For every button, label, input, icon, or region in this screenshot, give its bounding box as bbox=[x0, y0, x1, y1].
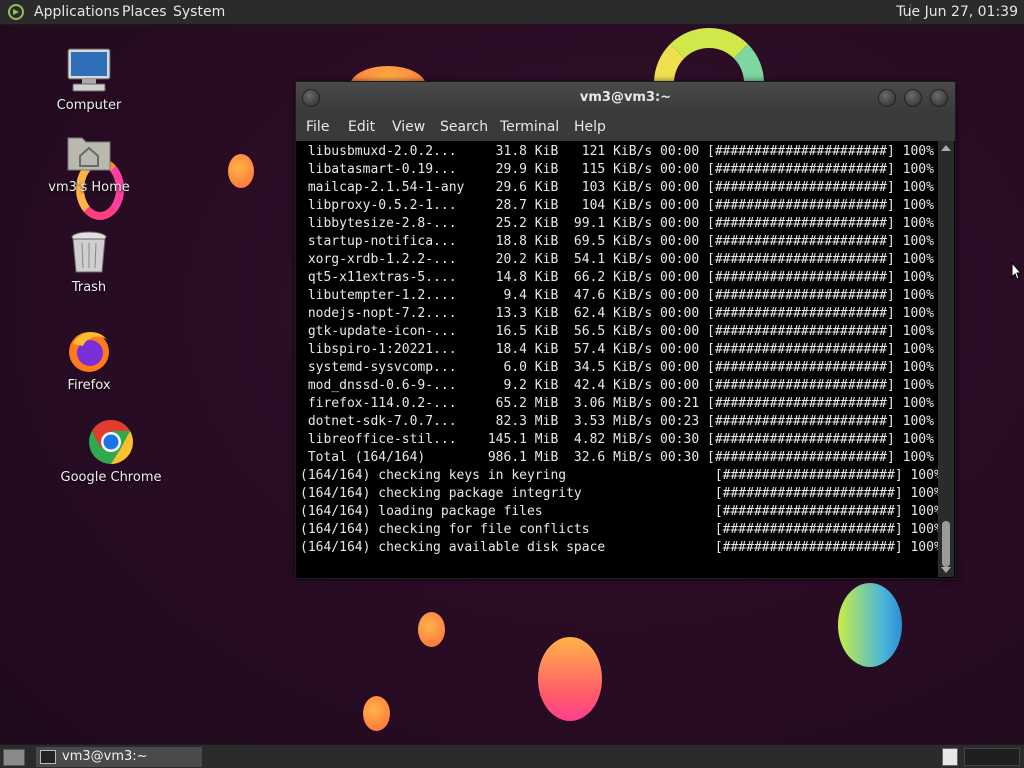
desktop-icon-home[interactable]: vm3's Home bbox=[34, 128, 144, 195]
wallpaper-small-orange bbox=[228, 154, 254, 188]
desktop-icon-computer[interactable]: Computer bbox=[34, 46, 144, 113]
applications-menu[interactable]: Applications bbox=[34, 0, 120, 24]
home-folder-icon bbox=[65, 128, 113, 176]
terminal-menubar: File Edit View Search Terminal Help bbox=[296, 113, 955, 141]
terminal-line: (164/164) checking keys in keyring [####… bbox=[300, 468, 938, 483]
window-menu-button[interactable] bbox=[302, 89, 320, 107]
terminal-line: (164/164) checking available disk space … bbox=[300, 540, 938, 555]
menu-search[interactable]: Search bbox=[440, 119, 488, 135]
trash-icon bbox=[65, 228, 113, 276]
terminal-line: firefox-114.0.2-... 65.2 MiB 3.06 MiB/s … bbox=[300, 396, 934, 411]
firefox-icon bbox=[65, 326, 113, 374]
bottom-panel: vm3@vm3:~ bbox=[0, 744, 1024, 768]
terminal-icon bbox=[40, 750, 56, 764]
terminal-line: nodejs-nopt-7.2.... 13.3 KiB 62.4 KiB/s … bbox=[300, 306, 934, 321]
taskbar-item-terminal[interactable]: vm3@vm3:~ bbox=[36, 747, 202, 767]
top-panel: Applications Places System Tue Jun 27, 0… bbox=[0, 0, 1024, 25]
chrome-icon bbox=[87, 418, 135, 466]
system-menu[interactable]: System bbox=[173, 0, 225, 24]
scroll-up-arrow-icon[interactable] bbox=[941, 145, 951, 151]
terminal-window: vm3@vm3:~ File Edit View Search Terminal… bbox=[295, 81, 956, 579]
terminal-line: libproxy-0.5.2-1... 28.7 KiB 104 KiB/s 0… bbox=[300, 198, 934, 213]
menu-view[interactable]: View bbox=[392, 119, 425, 135]
maximize-button[interactable] bbox=[904, 89, 922, 107]
terminal-line: libutempter-1.2.... 9.4 KiB 47.6 KiB/s 0… bbox=[300, 288, 934, 303]
desktop-icon-firefox[interactable]: Firefox bbox=[34, 326, 144, 393]
terminal-line: libreoffice-stil... 145.1 MiB 4.82 MiB/s… bbox=[300, 432, 934, 447]
terminal-line: Total (164/164) 986.1 MiB 32.6 MiB/s 00:… bbox=[300, 450, 934, 465]
menu-file[interactable]: File bbox=[306, 119, 329, 135]
terminal-line: libatasmart-0.19... 29.9 KiB 115 KiB/s 0… bbox=[300, 162, 934, 177]
window-titlebar[interactable]: vm3@vm3:~ bbox=[296, 82, 955, 113]
desktop-icon-label: Trash bbox=[71, 280, 107, 295]
menu-help[interactable]: Help bbox=[574, 119, 606, 135]
wallpaper-orange-oval bbox=[538, 637, 602, 721]
terminal-line: mailcap-2.1.54-1-any 29.6 KiB 103 KiB/s … bbox=[300, 180, 934, 195]
desktop-icon-label: Google Chrome bbox=[60, 470, 162, 485]
terminal-line: xorg-xrdb-1.2.2-... 20.2 KiB 54.1 KiB/s … bbox=[300, 252, 934, 267]
scroll-thumb[interactable] bbox=[942, 521, 950, 567]
wallpaper-small-orange-3 bbox=[363, 696, 390, 731]
terminal-line: (164/164) loading package files [#######… bbox=[300, 504, 938, 519]
minimize-button[interactable] bbox=[878, 89, 896, 107]
terminal-line: qt5-x11extras-5.... 14.8 KiB 66.2 KiB/s … bbox=[300, 270, 934, 285]
wallpaper-blue-green-oval bbox=[838, 583, 902, 667]
desktop-icon-label: Firefox bbox=[67, 378, 111, 393]
clock[interactable]: Tue Jun 27, 01:39 bbox=[896, 0, 1018, 24]
scroll-down-arrow-icon[interactable] bbox=[941, 567, 951, 573]
menu-terminal[interactable]: Terminal bbox=[500, 119, 559, 135]
wallpaper-small-orange-2 bbox=[418, 612, 445, 647]
mate-logo-icon[interactable] bbox=[8, 4, 24, 20]
terminal-line: dotnet-sdk-7.0.7... 82.3 MiB 3.53 MiB/s … bbox=[300, 414, 934, 429]
workspace-switcher-2[interactable] bbox=[964, 748, 1020, 766]
terminal-output[interactable]: libusbmuxd-2.0.2... 31.8 KiB 121 KiB/s 0… bbox=[296, 141, 938, 577]
terminal-line: startup-notifica... 18.8 KiB 69.5 KiB/s … bbox=[300, 234, 934, 249]
close-button[interactable] bbox=[930, 89, 948, 107]
desktop-icon-label: Computer bbox=[56, 98, 122, 113]
terminal-line: mod_dnssd-0.6-9-... 9.2 KiB 42.4 KiB/s 0… bbox=[300, 378, 934, 393]
terminal-line: libbytesize-2.8-... 25.2 KiB 99.1 KiB/s … bbox=[300, 216, 934, 231]
menu-edit[interactable]: Edit bbox=[348, 119, 375, 135]
desktop-icon-trash[interactable]: Trash bbox=[34, 228, 144, 295]
terminal-line: libusbmuxd-2.0.2... 31.8 KiB 121 KiB/s 0… bbox=[300, 144, 934, 159]
terminal-line: libspiro-1:20221... 18.4 KiB 57.4 KiB/s … bbox=[300, 342, 934, 357]
show-desktop-icon[interactable] bbox=[3, 749, 25, 766]
taskbar-item-label: vm3@vm3:~ bbox=[62, 749, 148, 764]
places-menu[interactable]: Places bbox=[122, 0, 167, 24]
window-title: vm3@vm3:~ bbox=[579, 90, 672, 105]
terminal-scrollbar[interactable] bbox=[938, 141, 954, 577]
mouse-pointer-icon bbox=[1011, 262, 1023, 280]
desktop-icon-label: vm3's Home bbox=[48, 180, 130, 195]
terminal-line: (164/164) checking for file conflicts [#… bbox=[300, 522, 938, 537]
terminal-line: gtk-update-icon-... 16.5 KiB 56.5 KiB/s … bbox=[300, 324, 934, 339]
desktop-icon-chrome[interactable]: Google Chrome bbox=[56, 418, 166, 485]
computer-icon bbox=[65, 46, 113, 94]
terminal-line: (164/164) checking package integrity [##… bbox=[300, 486, 938, 501]
workspace-switcher[interactable] bbox=[942, 748, 958, 766]
terminal-line: systemd-sysvcomp... 6.0 KiB 34.5 KiB/s 0… bbox=[300, 360, 934, 375]
